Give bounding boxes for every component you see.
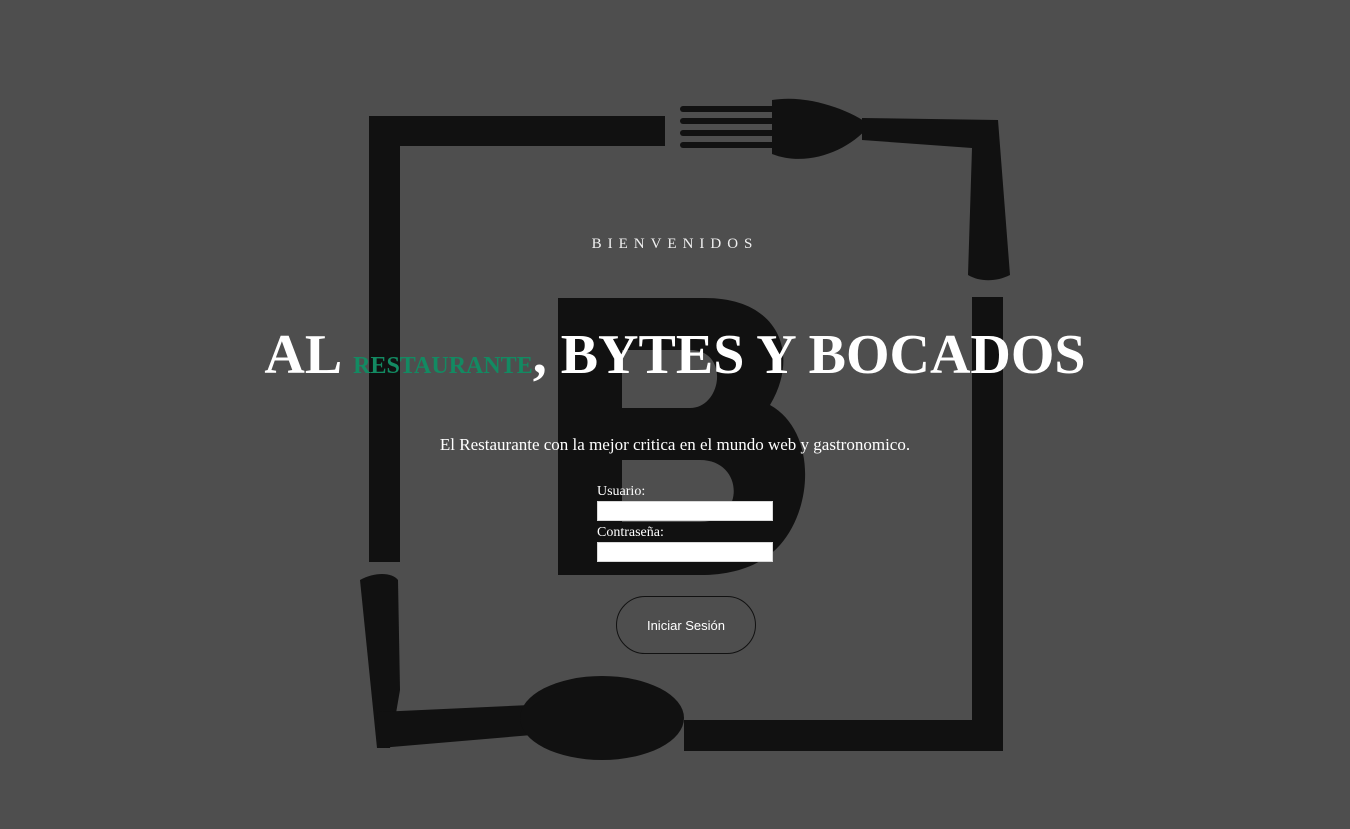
page-title: AL RESTAURANTE, BYTES Y BOCADOS	[0, 322, 1350, 399]
password-input[interactable]	[597, 542, 773, 562]
landing-page: BIENVENIDOS AL RESTAURANTE, BYTES Y BOCA…	[0, 0, 1350, 829]
headline-accent: RESTAURANTE	[353, 353, 533, 379]
fork-spoon-frame-logo	[360, 98, 1010, 760]
password-label: Contraseña:	[597, 525, 664, 540]
headline-prefix: AL	[264, 324, 354, 386]
username-label: Usuario:	[597, 484, 646, 499]
username-input[interactable]	[597, 501, 773, 521]
welcome-text: BIENVENIDOS	[591, 236, 759, 252]
tagline: El Restaurante con la mejor critica en e…	[439, 435, 911, 454]
login-button[interactable]: Iniciar Sesión	[616, 596, 756, 654]
headline-suffix: , BYTES Y BOCADOS	[532, 324, 1086, 386]
login-form: Usuario: Contraseña:	[597, 484, 775, 562]
